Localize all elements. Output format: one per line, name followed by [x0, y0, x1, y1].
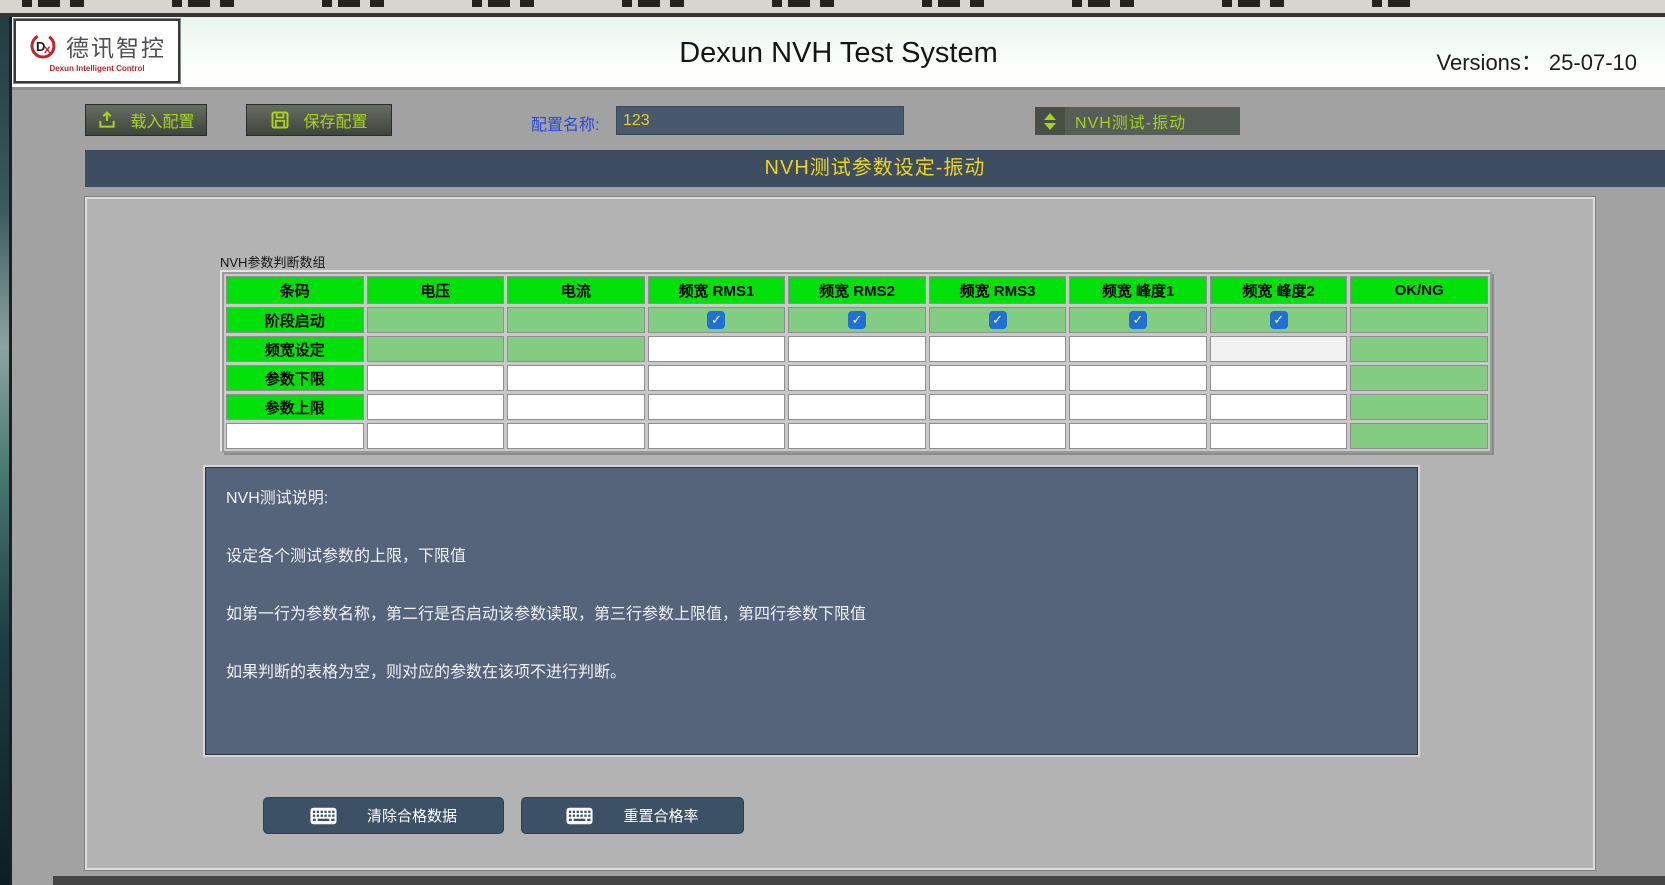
row-header: 参数上限	[226, 394, 364, 420]
version-value: 25-07-10	[1549, 50, 1637, 75]
row-header: 参数下限	[226, 365, 364, 391]
param-cell: ✓	[788, 307, 926, 333]
param-cell[interactable]	[367, 394, 505, 420]
save-config-icon	[270, 110, 290, 130]
row-header	[226, 423, 364, 449]
spinner-down-icon	[1044, 123, 1056, 130]
row-header: 频宽设定	[226, 336, 364, 362]
clear-pass-data-button[interactable]: 清除合格数据	[263, 797, 504, 834]
param-cell[interactable]	[507, 307, 645, 333]
param-cell[interactable]	[1069, 365, 1207, 391]
param-cell[interactable]	[1210, 365, 1348, 391]
param-cell: ✓	[929, 307, 1067, 333]
param-cell[interactable]	[929, 336, 1067, 362]
param-cell: ✓	[1210, 307, 1348, 333]
column-header: 频宽 峰度2	[1210, 276, 1348, 304]
clear-pass-data-label: 清除合格数据	[367, 805, 457, 826]
param-cell[interactable]	[1350, 307, 1488, 333]
param-cell[interactable]	[507, 336, 645, 362]
param-cell[interactable]	[1350, 365, 1488, 391]
column-header: 频宽 峰度1	[1069, 276, 1207, 304]
param-enable-checkbox[interactable]: ✓	[1129, 311, 1147, 329]
column-header: 条码	[226, 276, 364, 304]
param-cell[interactable]	[1350, 336, 1488, 362]
param-cell[interactable]	[1350, 394, 1488, 420]
mode-selector[interactable]: NVH测试-振动	[1035, 107, 1240, 135]
save-config-label: 保存配置	[303, 108, 367, 132]
param-cell[interactable]	[788, 394, 926, 420]
param-cell[interactable]	[367, 365, 505, 391]
instructions-line: 如第一行为参数名称，第二行是否启动该参数读取，第三行参数上限值，第四行参数下限值	[226, 600, 1397, 624]
param-enable-checkbox[interactable]: ✓	[707, 311, 725, 329]
param-cell[interactable]	[367, 336, 505, 362]
param-cell[interactable]	[1210, 336, 1348, 362]
param-cell: ✓	[1069, 307, 1207, 333]
config-name-label: 配置名称:	[531, 111, 599, 135]
param-table: 条码电压电流频宽 RMS1频宽 RMS2频宽 RMS3频宽 峰度1频宽 峰度2O…	[222, 272, 1492, 453]
param-enable-checkbox[interactable]: ✓	[1270, 311, 1288, 329]
column-header: 频宽 RMS2	[788, 276, 926, 304]
param-cell[interactable]	[507, 423, 645, 449]
app-title: Dexun NVH Test System	[12, 37, 1665, 70]
column-header: OK/NG	[1350, 276, 1488, 304]
section-title: NVH测试参数设定-振动	[85, 150, 1665, 187]
column-header: 频宽 RMS3	[929, 276, 1067, 304]
param-cell[interactable]	[1069, 394, 1207, 420]
instructions-line: 如果判断的表格为空，则对应的参数在该项不进行判断。	[226, 658, 1397, 682]
keyboard-icon	[310, 807, 337, 825]
version-text: Versions：25-07-10	[1431, 45, 1637, 77]
param-cell[interactable]	[1210, 394, 1348, 420]
param-cell[interactable]	[507, 394, 645, 420]
param-enable-checkbox[interactable]: ✓	[848, 311, 866, 329]
config-name-input[interactable]	[616, 106, 904, 135]
param-cell[interactable]	[929, 423, 1067, 449]
param-cell[interactable]	[1069, 423, 1207, 449]
instructions-title: NVH测试说明:	[226, 484, 1397, 508]
header: D x 德讯智控 Dexun Intelligent Control Dexun…	[12, 17, 1665, 90]
param-cell[interactable]	[1210, 423, 1348, 449]
clipped-menu-bar	[0, 0, 1665, 13]
param-cell[interactable]	[507, 365, 645, 391]
param-cell[interactable]	[1350, 423, 1488, 449]
reset-pass-rate-button[interactable]: 重置合格率	[521, 797, 744, 834]
param-cell[interactable]	[648, 423, 786, 449]
param-cell[interactable]	[648, 336, 786, 362]
save-config-button[interactable]: 保存配置	[246, 104, 392, 136]
param-cell[interactable]	[648, 365, 786, 391]
desktop-wallpaper-edge	[0, 17, 9, 885]
instructions-line: 设定各个测试参数的上限，下限值	[226, 542, 1397, 566]
param-cell[interactable]	[788, 423, 926, 449]
param-cell[interactable]	[788, 336, 926, 362]
column-header: 频宽 RMS1	[648, 276, 786, 304]
reset-pass-rate-label: 重置合格率	[623, 805, 698, 826]
bottom-bar	[53, 876, 1665, 885]
param-cell[interactable]	[788, 365, 926, 391]
param-cell[interactable]	[1069, 336, 1207, 362]
spinner-up-icon	[1044, 113, 1056, 120]
param-table-caption: NVH参数判断数组	[220, 252, 325, 271]
clipped-menu-text	[22, 0, 1410, 7]
param-enable-checkbox[interactable]: ✓	[989, 311, 1007, 329]
column-header: 电压	[367, 276, 505, 304]
param-cell: ✓	[648, 307, 786, 333]
param-cell[interactable]	[929, 365, 1067, 391]
param-cell[interactable]	[929, 394, 1067, 420]
load-config-icon	[97, 110, 117, 130]
load-config-button[interactable]: 载入配置	[85, 104, 207, 136]
version-label: Versions：	[1437, 50, 1543, 75]
param-cell[interactable]	[648, 394, 786, 420]
param-cell[interactable]	[367, 307, 505, 333]
column-header: 电流	[507, 276, 645, 304]
param-cell[interactable]	[367, 423, 505, 449]
load-config-label: 载入配置	[130, 108, 194, 132]
row-header: 阶段启动	[226, 307, 364, 333]
instructions-box: NVH测试说明: 设定各个测试参数的上限，下限值 如第一行为参数名称，第二行是否…	[205, 467, 1418, 755]
mode-selector-value: NVH测试-振动	[1075, 109, 1186, 133]
window-frame-left	[9, 17, 12, 885]
mode-spinner[interactable]	[1035, 107, 1065, 135]
keyboard-icon	[566, 807, 593, 825]
